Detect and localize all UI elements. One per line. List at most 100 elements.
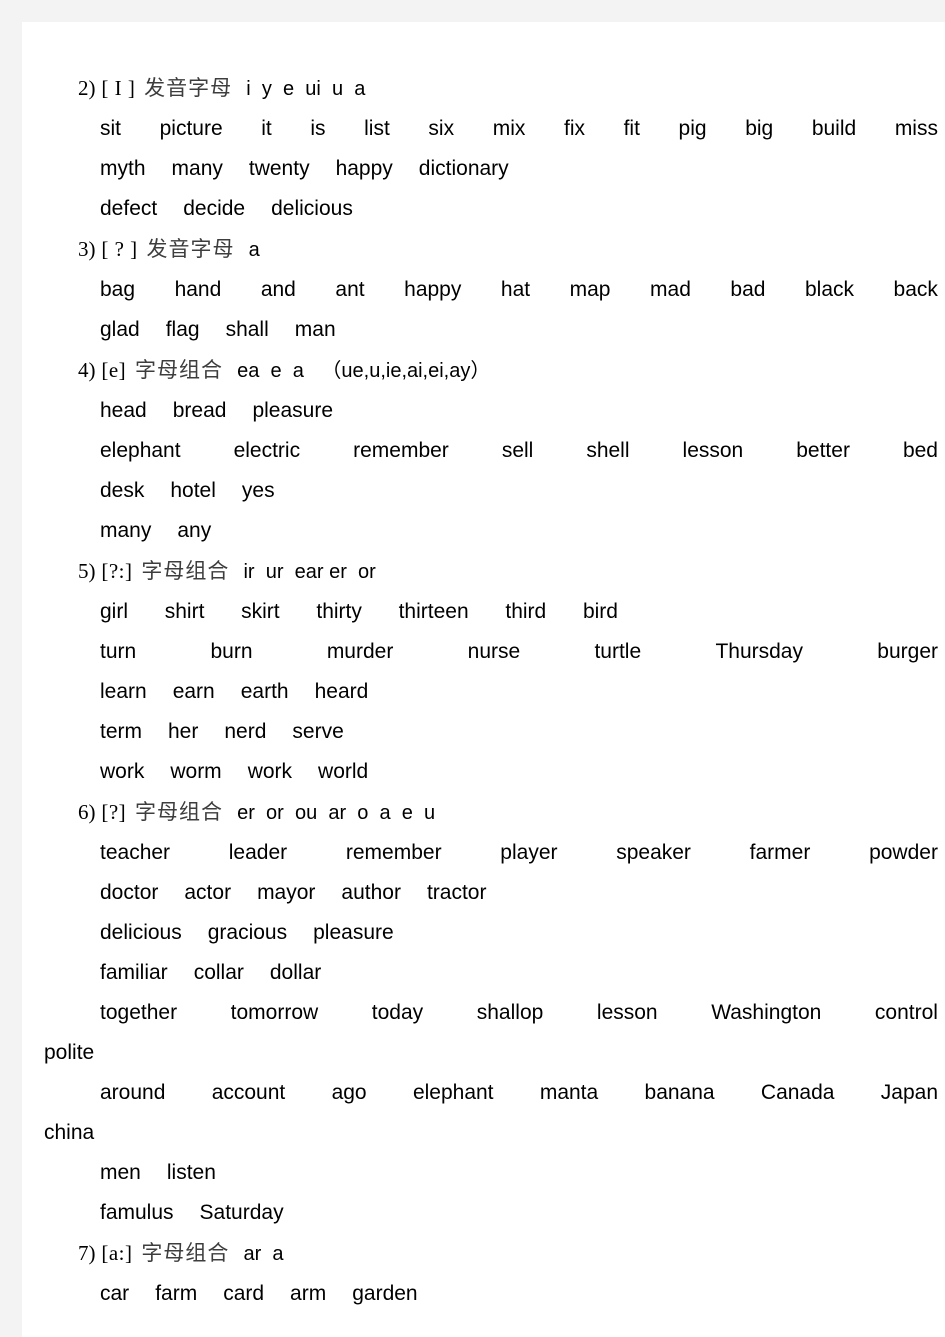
vocabulary-word: flag — [165, 318, 200, 341]
vocabulary-word: six — [428, 117, 455, 140]
letter-pattern: e — [401, 802, 413, 824]
letter-pattern: a — [354, 78, 366, 100]
letter-pattern-group: ea e a — [226, 360, 304, 382]
letter-pattern: e — [270, 360, 282, 382]
vocabulary-word: third — [505, 600, 547, 623]
vocabulary-word: listen — [166, 1161, 216, 1184]
word-row: glad flag shall man — [78, 310, 937, 350]
vocabulary-word: back — [893, 278, 938, 301]
vocabulary-word: men — [100, 1161, 141, 1184]
vocabulary-word: skirt — [241, 600, 280, 623]
vocabulary-word: picture — [159, 117, 223, 140]
letter-pattern: y — [261, 78, 272, 100]
vocabulary-word: hat — [500, 278, 531, 301]
vocabulary-word: player — [500, 841, 558, 864]
vocabulary-word: manta — [539, 1081, 599, 1104]
vocabulary-word: term — [100, 720, 142, 743]
word-row: car farm card arm garden — [78, 1274, 937, 1314]
vocabulary-word: defect — [100, 197, 158, 220]
vocabulary-word: build — [811, 117, 857, 140]
vocabulary-word: bird — [582, 600, 618, 623]
word-row: doctor actor mayor author tractor — [78, 873, 937, 913]
letter-pattern-group: a — [238, 239, 260, 261]
vocabulary-word: nurse — [467, 640, 521, 663]
word-row: teacher leader remember player speaker farmer… — [78, 833, 938, 873]
vocabulary-word: Saturday — [199, 1201, 284, 1224]
vocabulary-word: happy — [335, 157, 393, 180]
chinese-label: 发音字母 — [144, 76, 233, 100]
vocabulary-word: ago — [331, 1081, 367, 1104]
vocabulary-word: bag — [100, 278, 136, 301]
vocabulary-word: earn — [172, 680, 215, 703]
word-row: polite — [44, 1033, 937, 1073]
vocabulary-word: serve — [292, 720, 344, 743]
letter-pattern: a — [292, 360, 304, 382]
letter-pattern-group: ar a — [232, 1243, 283, 1265]
vocabulary-word: delicious — [271, 197, 353, 220]
word-row: work worm work world — [78, 752, 937, 792]
section-heading: 4) [e] 字母组合 ea e a （ue,u,ie,ai,ei,ay） — [78, 350, 937, 391]
vocabulary-word: hotel — [170, 479, 216, 502]
letter-pattern: i — [246, 78, 251, 100]
vocabulary-word: list — [364, 117, 390, 140]
letter-pattern: o — [357, 802, 369, 824]
vocabulary-word: murder — [326, 640, 394, 663]
vocabulary-word: powder — [869, 841, 938, 864]
vocabulary-word: Washington — [711, 1001, 822, 1024]
vocabulary-word: collar — [193, 961, 244, 984]
letter-pattern: ar — [243, 1243, 262, 1265]
word-row: defect decide delicious — [78, 189, 937, 229]
section-number: 7) — [78, 1241, 96, 1265]
vocabulary-word: desk — [100, 479, 145, 502]
vocabulary-word: familiar — [100, 961, 168, 984]
vocabulary-word: fix — [563, 117, 585, 140]
word-row: learn earn earth heard — [78, 672, 937, 712]
word-row: around account ago elephant manta banana Canad… — [78, 1073, 938, 1113]
vocabulary-word: map — [569, 278, 611, 301]
vocabulary-word: many — [100, 519, 152, 542]
letter-pattern: ir — [243, 561, 255, 583]
word-row: sit picture it is list six mix fix fit pig big buil… — [78, 109, 938, 149]
letter-pattern: a — [248, 239, 260, 261]
section-number: 6) — [78, 800, 96, 824]
word-row: many any — [78, 511, 937, 551]
word-row: head bread pleasure — [78, 391, 937, 431]
vocabulary-word: elephant — [100, 439, 181, 462]
vocabulary-word: actor — [184, 881, 232, 904]
vocabulary-word: farm — [155, 1282, 198, 1305]
letter-pattern: or — [266, 802, 284, 824]
chinese-label: 字母组合 — [141, 1241, 230, 1265]
vocabulary-word: shell — [586, 439, 630, 462]
word-row: delicious gracious pleasure — [78, 913, 937, 953]
vocabulary-word: learn — [100, 680, 147, 703]
vocabulary-word: miss — [894, 117, 938, 140]
vocabulary-word: arm — [290, 1282, 327, 1305]
vocabulary-word: glad — [100, 318, 140, 341]
section-heading: 2) [ I ] 发音字母 i y e ui u a — [78, 68, 937, 109]
vocabulary-word: and — [260, 278, 296, 301]
word-row: bag hand and ant happy hat map mad bad black back — [78, 270, 938, 310]
vocabulary-word: shall — [225, 318, 269, 341]
word-row: men listen — [78, 1153, 937, 1193]
vocabulary-word: better — [796, 439, 850, 462]
section-heading: 6) [?] 字母组合 er or ou ar o a e u — [78, 792, 937, 833]
document-page: 2) [ I ] 发音字母 i y e ui u a sit picture it is… — [22, 22, 945, 1337]
vocabulary-word: polite — [44, 1041, 95, 1064]
phonics-section: 6) [?] 字母组合 er or ou ar o a e u teacher le… — [44, 792, 938, 1233]
vocabulary-word: decide — [183, 197, 246, 220]
vocabulary-word: girl — [100, 600, 129, 623]
word-row: desk hotel yes — [78, 471, 937, 511]
phonics-section: 2) [ I ] 发音字母 i y e ui u a sit picture it is… — [78, 68, 938, 229]
vocabulary-word: burger — [877, 640, 938, 663]
vocabulary-word: her — [168, 720, 199, 743]
phonetic-symbol: [?:] — [101, 559, 133, 583]
vocabulary-word: account — [211, 1081, 286, 1104]
vocabulary-word: big — [745, 117, 774, 140]
vocabulary-word: black — [804, 278, 855, 301]
vocabulary-word: mayor — [257, 881, 316, 904]
section-heading: 3) [ ? ] 发音字母 a — [78, 229, 937, 270]
vocabulary-word: elephant — [412, 1081, 494, 1104]
letter-pattern: er — [237, 802, 255, 824]
vocabulary-word: today — [371, 1001, 424, 1024]
letter-pattern-note: （ue,u,ie,ai,ei,ay） — [321, 360, 491, 382]
